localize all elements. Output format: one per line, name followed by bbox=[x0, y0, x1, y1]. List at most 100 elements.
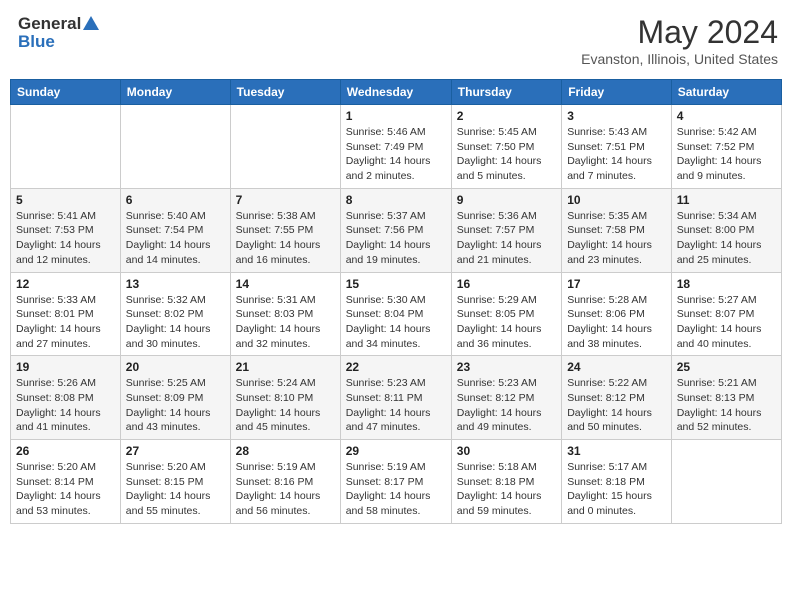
sunset-text: Sunset: 8:00 PM bbox=[677, 223, 776, 238]
day-number: 29 bbox=[346, 444, 446, 458]
sunrise-text: Sunrise: 5:38 AM bbox=[236, 209, 335, 224]
day-info: Sunrise: 5:23 AMSunset: 8:11 PMDaylight:… bbox=[346, 376, 446, 435]
calendar-cell: 11Sunrise: 5:34 AMSunset: 8:00 PMDayligh… bbox=[671, 188, 781, 272]
sunset-text: Sunset: 8:07 PM bbox=[677, 307, 776, 322]
day-number: 23 bbox=[457, 360, 556, 374]
calendar-cell: 6 Sunrise: 5:40 AMSunset: 7:54 PMDaylight… bbox=[120, 188, 230, 272]
calendar-cell: 12 Sunrise: 5:33 AMSunset: 8:01 PMDayligh… bbox=[11, 272, 121, 356]
day-info: Sunrise: 5:36 AMSunset: 7:57 PMDaylight:… bbox=[457, 209, 556, 268]
sunset-text: Sunset: 7:58 PM bbox=[567, 223, 666, 238]
calendar-week-row: 1Sunrise: 5:46 AMSunset: 7:49 PMDaylight… bbox=[11, 105, 782, 189]
sunrise-text: Sunrise: 5:30 AM bbox=[346, 293, 446, 308]
sunset-text: Sunset: 8:10 PM bbox=[236, 391, 335, 406]
daylight-text: Daylight: 15 hours and 0 minutes. bbox=[567, 489, 666, 518]
daylight-text: Daylight: 14 hours and 19 minutes. bbox=[346, 238, 446, 267]
sunset-text: Sunset: 7:51 PM bbox=[567, 140, 666, 155]
day-number: 10 bbox=[567, 193, 666, 207]
day-number: 21 bbox=[236, 360, 335, 374]
sunrise-text: Sunrise: 5:31 AM bbox=[236, 293, 335, 308]
day-info: Sunrise: 5:28 AMSunset: 8:06 PMDaylight:… bbox=[567, 293, 666, 352]
day-info: Sunrise: 5:22 AMSunset: 8:12 PMDaylight:… bbox=[567, 376, 666, 435]
title-section: May 2024 Evanston, Illinois, United Stat… bbox=[581, 14, 778, 67]
day-number: 4 bbox=[677, 109, 776, 123]
day-number: 5 bbox=[16, 193, 115, 207]
day-number: 30 bbox=[457, 444, 556, 458]
daylight-text: Daylight: 14 hours and 47 minutes. bbox=[346, 406, 446, 435]
calendar-week-row: 12Sunrise: 5:33 AMSunset: 8:01 PMDayligh… bbox=[11, 272, 782, 356]
day-number: 28 bbox=[236, 444, 335, 458]
logo-blue-text: Blue bbox=[18, 32, 55, 52]
calendar-cell bbox=[230, 105, 340, 189]
sunrise-text: Sunrise: 5:41 AM bbox=[16, 209, 115, 224]
sunset-text: Sunset: 8:16 PM bbox=[236, 475, 335, 490]
sunrise-text: Sunrise: 5:18 AM bbox=[457, 460, 556, 475]
sunrise-text: Sunrise: 5:29 AM bbox=[457, 293, 556, 308]
calendar-week-row: 5Sunrise: 5:41 AMSunset: 7:53 PMDaylight… bbox=[11, 188, 782, 272]
daylight-text: Daylight: 14 hours and 34 minutes. bbox=[346, 322, 446, 351]
day-info: Sunrise: 5:29 AMSunset: 8:05 PMDaylight:… bbox=[457, 293, 556, 352]
sunset-text: Sunset: 8:18 PM bbox=[457, 475, 556, 490]
logo: General Blue bbox=[18, 14, 99, 52]
calendar-cell: 7Sunrise: 5:38 AMSunset: 7:55 PMDaylight… bbox=[230, 188, 340, 272]
day-number: 2 bbox=[457, 109, 556, 123]
daylight-text: Daylight: 14 hours and 43 minutes. bbox=[126, 406, 225, 435]
logo-general-text: General bbox=[18, 14, 81, 34]
sunrise-text: Sunrise: 5:35 AM bbox=[567, 209, 666, 224]
sunrise-text: Sunrise: 5:24 AM bbox=[236, 376, 335, 391]
calendar-cell: 16Sunrise: 5:29 AMSunset: 8:05 PMDayligh… bbox=[451, 272, 561, 356]
calendar-cell: 5Sunrise: 5:41 AMSunset: 7:53 PMDaylight… bbox=[11, 188, 121, 272]
day-number: 18 bbox=[677, 277, 776, 291]
sunset-text: Sunset: 7:55 PM bbox=[236, 223, 335, 238]
sunrise-text: Sunrise: 5:20 AM bbox=[16, 460, 115, 475]
calendar-cell bbox=[120, 105, 230, 189]
calendar-cell bbox=[671, 440, 781, 524]
day-number: 9 bbox=[457, 193, 556, 207]
daylight-text: Daylight: 14 hours and 25 minutes. bbox=[677, 238, 776, 267]
day-info: Sunrise: 5:18 AMSunset: 8:18 PMDaylight:… bbox=[457, 460, 556, 519]
col-saturday: Saturday bbox=[671, 80, 781, 105]
day-number: 20 bbox=[126, 360, 225, 374]
col-wednesday: Wednesday bbox=[340, 80, 451, 105]
daylight-text: Daylight: 14 hours and 49 minutes. bbox=[457, 406, 556, 435]
sunrise-text: Sunrise: 5:33 AM bbox=[16, 293, 115, 308]
col-thursday: Thursday bbox=[451, 80, 561, 105]
daylight-text: Daylight: 14 hours and 14 minutes. bbox=[126, 238, 225, 267]
sunset-text: Sunset: 8:09 PM bbox=[126, 391, 225, 406]
daylight-text: Daylight: 14 hours and 16 minutes. bbox=[236, 238, 335, 267]
sunset-text: Sunset: 8:15 PM bbox=[126, 475, 225, 490]
sunset-text: Sunset: 8:06 PM bbox=[567, 307, 666, 322]
sunset-text: Sunset: 7:57 PM bbox=[457, 223, 556, 238]
col-friday: Friday bbox=[562, 80, 672, 105]
day-info: Sunrise: 5:19 AMSunset: 8:17 PMDaylight:… bbox=[346, 460, 446, 519]
day-info: Sunrise: 5:34 AMSunset: 8:00 PMDaylight:… bbox=[677, 209, 776, 268]
day-number: 1 bbox=[346, 109, 446, 123]
daylight-text: Daylight: 14 hours and 38 minutes. bbox=[567, 322, 666, 351]
day-number: 12 bbox=[16, 277, 115, 291]
day-number: 26 bbox=[16, 444, 115, 458]
calendar-cell: 3Sunrise: 5:43 AMSunset: 7:51 PMDaylight… bbox=[562, 105, 672, 189]
daylight-text: Daylight: 14 hours and 9 minutes. bbox=[677, 154, 776, 183]
sunrise-text: Sunrise: 5:45 AM bbox=[457, 125, 556, 140]
calendar-cell: 15Sunrise: 5:30 AMSunset: 8:04 PMDayligh… bbox=[340, 272, 451, 356]
day-number: 6 bbox=[126, 193, 225, 207]
day-number: 27 bbox=[126, 444, 225, 458]
day-number: 17 bbox=[567, 277, 666, 291]
main-title: May 2024 bbox=[581, 14, 778, 51]
day-info: Sunrise: 5:43 AMSunset: 7:51 PMDaylight:… bbox=[567, 125, 666, 184]
daylight-text: Daylight: 14 hours and 27 minutes. bbox=[16, 322, 115, 351]
day-info: Sunrise: 5:17 AMSunset: 8:18 PMDaylight:… bbox=[567, 460, 666, 519]
calendar-cell: 28 Sunrise: 5:19 AMSunset: 8:16 PMDayligh… bbox=[230, 440, 340, 524]
sunrise-text: Sunrise: 5:32 AM bbox=[126, 293, 225, 308]
calendar-week-row: 19Sunrise: 5:26 AMSunset: 8:08 PMDayligh… bbox=[11, 356, 782, 440]
day-info: Sunrise: 5:37 AMSunset: 7:56 PMDaylight:… bbox=[346, 209, 446, 268]
daylight-text: Daylight: 14 hours and 5 minutes. bbox=[457, 154, 556, 183]
sunset-text: Sunset: 7:56 PM bbox=[346, 223, 446, 238]
calendar-cell: 18 Sunrise: 5:27 AMSunset: 8:07 PMDayligh… bbox=[671, 272, 781, 356]
day-info: Sunrise: 5:40 AMSunset: 7:54 PMDaylight:… bbox=[126, 209, 225, 268]
day-info: Sunrise: 5:19 AMSunset: 8:16 PMDaylight:… bbox=[236, 460, 335, 519]
sunset-text: Sunset: 8:01 PM bbox=[16, 307, 115, 322]
day-info: Sunrise: 5:27 AMSunset: 8:07 PMDaylight:… bbox=[677, 293, 776, 352]
calendar-cell: 14Sunrise: 5:31 AMSunset: 8:03 PMDayligh… bbox=[230, 272, 340, 356]
calendar-cell: 30 Sunrise: 5:18 AMSunset: 8:18 PMDayligh… bbox=[451, 440, 561, 524]
calendar-cell: 22Sunrise: 5:23 AMSunset: 8:11 PMDayligh… bbox=[340, 356, 451, 440]
